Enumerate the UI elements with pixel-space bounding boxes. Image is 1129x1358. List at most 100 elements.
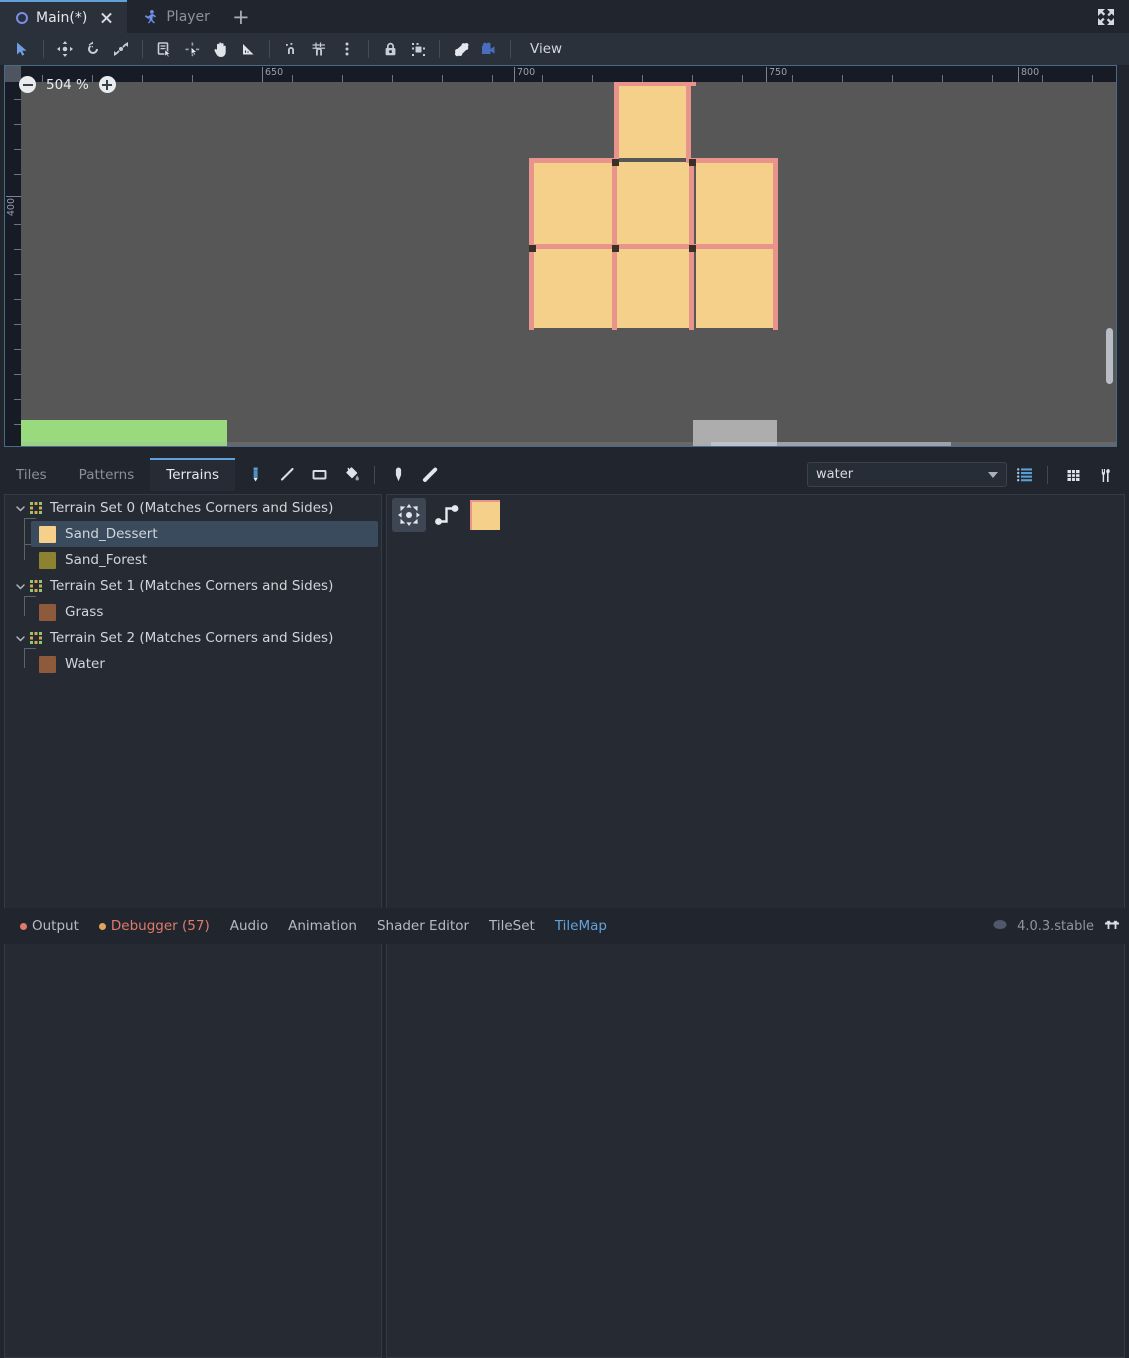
toolbar-separator [439, 40, 440, 58]
tilemap-options-button[interactable] [1091, 462, 1119, 488]
terrain-outline [773, 248, 778, 330]
ruler-label: 700 [517, 67, 536, 78]
ruler-label: 800 [1021, 67, 1040, 78]
grid-snap-button[interactable] [305, 36, 333, 62]
pan-mode-button[interactable] [206, 36, 234, 62]
close-icon[interactable] [99, 11, 113, 25]
toolbar-separator [142, 40, 143, 58]
tilemap-tile [617, 248, 690, 328]
bottom-panel-animation[interactable]: Animation [278, 913, 367, 939]
zoom-out-icon[interactable] [19, 76, 36, 93]
terrain-outline [773, 162, 778, 248]
rect-tool-button[interactable] [305, 462, 333, 488]
terrain-color-swatch [39, 525, 56, 543]
eyedropper-tool-button[interactable] [384, 462, 412, 488]
layer-select-value: water [816, 467, 854, 482]
bucket-fill-button[interactable] [337, 462, 365, 488]
scene-circle-icon [16, 11, 28, 24]
eraser-tool-button[interactable] [416, 462, 444, 488]
zoom-in-icon[interactable] [98, 76, 116, 93]
vertical-scrollbar[interactable] [1105, 84, 1114, 446]
fullscreen-icon[interactable] [1095, 6, 1117, 28]
canvas-surface[interactable] [21, 82, 1116, 446]
toggle-grid-button[interactable] [1059, 462, 1087, 488]
move-mode-button[interactable] [51, 36, 79, 62]
line-tool-button[interactable] [273, 462, 301, 488]
terrain-outline [529, 162, 534, 248]
terrain-row-water[interactable]: Water [5, 651, 381, 677]
terrain-corner-joint [529, 245, 536, 252]
terrain-row-sand-dessert[interactable]: Sand_Dessert [31, 521, 378, 547]
tilemap-tile [696, 162, 775, 244]
bottom-panel-audio[interactable]: Audio [220, 913, 278, 939]
terrain-set-row[interactable]: Terrain Set 0 (Matches Corners and Sides… [5, 495, 381, 521]
terrain-outline [612, 162, 617, 248]
terrain-label: Water [65, 656, 105, 672]
toolbar-separator [510, 40, 511, 58]
canvas-item-toolbar: View [0, 33, 1129, 65]
vertical-dots-icon[interactable] [333, 36, 361, 62]
group-button[interactable] [404, 36, 432, 62]
tab-terrains[interactable]: Terrains [150, 458, 236, 491]
snap-mode-button[interactable] [277, 36, 305, 62]
scene-tab-label: Main(*) [36, 9, 88, 26]
ruler-mode-button[interactable] [234, 36, 262, 62]
bottom-panel-tileset[interactable]: TileSet [479, 913, 545, 939]
terrain-path-mode-button[interactable] [430, 498, 464, 532]
terrain-set-row[interactable]: Terrain Set 1 (Matches Corners and Sides… [5, 573, 381, 599]
bottom-panel-shader-editor[interactable]: Shader Editor [367, 913, 479, 939]
lock-button[interactable] [376, 36, 404, 62]
terrain-outline [529, 158, 617, 163]
canvas-viewport[interactable]: 650 700 750 800 400 450 504 % [4, 65, 1117, 447]
select-mode-button[interactable] [8, 36, 36, 62]
list-select-button[interactable] [150, 36, 178, 62]
scene-tab-bar: Main(*) Player + [0, 0, 1129, 33]
pivot-icon-button[interactable] [178, 36, 206, 62]
terrain-row-grass[interactable]: Grass [5, 599, 381, 625]
expand-bottom-panel-icon[interactable] [1103, 918, 1121, 934]
chevron-down-icon[interactable] [13, 579, 27, 593]
horizontal-ruler: 650 700 750 800 [5, 66, 1116, 82]
bottom-panel-tilemap[interactable]: TileMap [545, 913, 617, 939]
terrain-row-sand-forest[interactable]: Sand_Forest [5, 547, 381, 573]
scale-mode-button[interactable] [107, 36, 135, 62]
view-menu-button[interactable]: View [518, 36, 574, 62]
rotate-mode-button[interactable] [79, 36, 107, 62]
terrain-corner-joint [612, 245, 619, 252]
terrain-tile-swatch[interactable] [468, 498, 502, 532]
terrain-color-swatch [39, 551, 56, 569]
terrain-set-label: Terrain Set 1 (Matches Corners and Sides… [50, 578, 334, 594]
horizontal-scrollbar-thumb[interactable] [711, 442, 951, 446]
tab-patterns[interactable]: Patterns [63, 458, 151, 491]
scene-tab-player[interactable]: Player [127, 0, 224, 33]
scene-tab-main[interactable]: Main(*) [0, 0, 128, 33]
terrain-outline [612, 248, 617, 330]
camera-override-button[interactable] [475, 36, 503, 62]
bottom-panel-output[interactable]: Output [10, 913, 89, 939]
add-scene-button[interactable]: + [224, 0, 258, 33]
chevron-down-icon[interactable] [13, 501, 27, 515]
paint-tool-button[interactable] [241, 462, 269, 488]
chevron-down-icon[interactable] [13, 631, 27, 645]
debugger-status-dot [98, 922, 106, 930]
tab-tiles[interactable]: Tiles [0, 458, 63, 491]
bone-icon-button[interactable] [447, 36, 475, 62]
tilemap-tile [617, 85, 690, 158]
bottom-panel-debugger[interactable]: Debugger (57) [89, 913, 220, 939]
terrain-set-row[interactable]: Terrain Set 2 (Matches Corners and Sides… [5, 625, 381, 651]
terrain-corner-joint [689, 159, 696, 166]
terrain-set-icon [29, 631, 43, 645]
zoom-level-label[interactable]: 504 % [46, 77, 89, 93]
terrain-corner-joint [689, 245, 696, 252]
vertical-scrollbar-thumb[interactable] [1106, 328, 1113, 384]
status-bar-right: 4.0.3.stable [992, 918, 1121, 934]
terrain-set-label: Terrain Set 0 (Matches Corners and Sides… [50, 500, 334, 516]
terrain-set-icon [29, 501, 43, 515]
tilemap-panel-header: Tiles Patterns Terrains water [0, 458, 1129, 491]
terrain-outline [686, 158, 778, 163]
terrain-outline [614, 82, 696, 86]
layer-select-dropdown[interactable]: water [807, 462, 1007, 487]
highlight-layer-button[interactable] [1011, 462, 1039, 488]
horizontal-scrollbar[interactable] [21, 442, 1116, 446]
terrain-connect-mode-button[interactable] [392, 498, 426, 532]
